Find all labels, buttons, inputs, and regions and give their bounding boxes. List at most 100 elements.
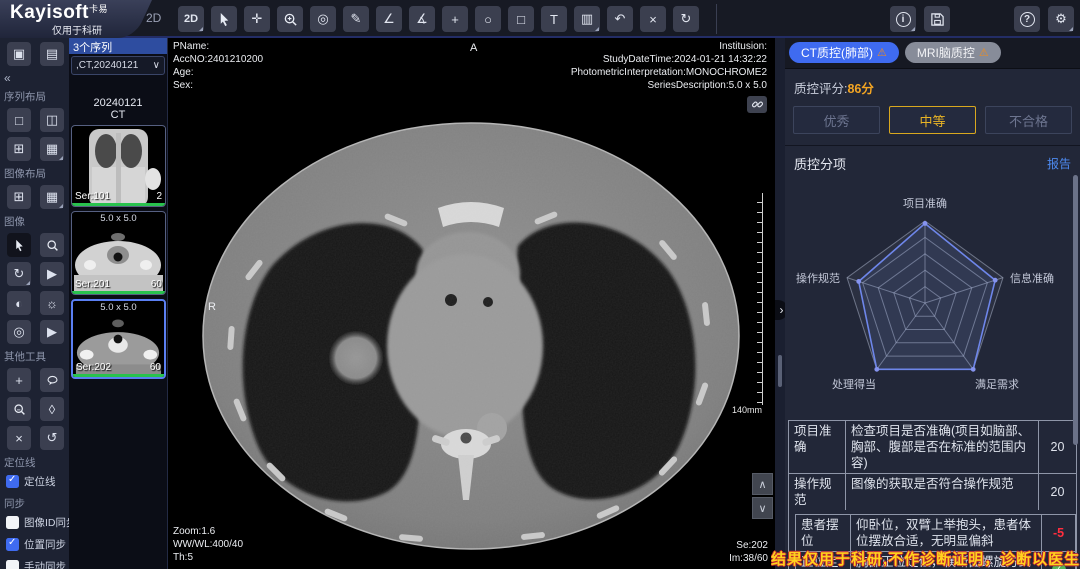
qc-tab-strip: CT质控(肺部) ⚠ MRI脑质控 ⚠ [785,38,1080,69]
brightness-button[interactable]: ☼ [40,291,64,315]
flag-play-button[interactable]: ▶ [40,262,64,286]
sync-position-label: 位置同步 [24,537,66,552]
orientation-anterior: A [470,42,477,54]
annotation-search-button[interactable] [7,397,31,421]
image-viewport[interactable]: PName: AccNO:2401210200 Age: Sex: Instit… [168,38,775,569]
sync-position-row[interactable]: 位置同步 [6,537,69,552]
ellipse-roi-button[interactable]: ○ [475,6,501,32]
study-datetime-line: StudyDateTime:2024-01-21 14:32:22 [571,53,767,66]
cine-layout-button[interactable]: ▥ [574,6,600,32]
pointer-tool-button[interactable] [211,6,237,32]
series-layout-3x3-button[interactable]: ▦ [40,137,64,161]
grade-fail-button[interactable]: 不合格 [985,106,1072,134]
tab-ct-qc[interactable]: CT质控(肺部) ⚠ [789,42,899,63]
length-tool-button[interactable]: ✎ [343,6,369,32]
thumbnail-panel-button[interactable]: ▣ [7,42,31,66]
close-icon: × [649,12,657,27]
report-link[interactable]: 报告 [1047,155,1071,172]
series-thumbnail-201[interactable]: 5.0 x 5.0 Ser:20160 [71,211,166,295]
save-button[interactable] [924,6,950,32]
localizer-checkbox[interactable] [6,475,19,488]
eraser-button[interactable]: ◊ [40,397,64,421]
invert-button[interactable]: ◐ [7,291,31,315]
grade-medium-button[interactable]: 中等 [889,106,976,134]
rotate-image-button[interactable]: ↻ [7,262,31,286]
sync-section-label: 同步 [4,496,69,511]
pointer-sidebar-button[interactable] [7,233,31,257]
series-thumbnail-101[interactable]: Ser:1012 [71,125,166,207]
info-icon: i [896,12,911,27]
comment-button[interactable] [40,368,64,392]
cobb-angle-tool-button[interactable]: ∡ [409,6,435,32]
undo-button[interactable]: ↶ [607,6,633,32]
warning-icon: ⚠ [979,46,989,59]
help-button[interactable]: ? [1014,6,1040,32]
target-sidebar-button[interactable]: ◎ [7,320,31,344]
series-thumbnail-202[interactable]: 5.0 x 5.0 Ser:20260 [71,299,166,379]
sync-image-id-row[interactable]: 图像ID同步 [6,515,69,530]
report-panel-button[interactable]: ▤ [40,42,64,66]
image-layout-3x3-button[interactable]: ▦ [40,185,64,209]
pointer-icon [217,12,232,27]
series-size-label: 5.0 x 5.0 [73,302,164,313]
grade-buttons: 优秀 中等 不合格 [793,106,1072,134]
ct-axial-image [168,38,775,569]
zoom-in-tool-button[interactable] [277,6,303,32]
help-icon: ? [1020,12,1035,27]
2d-mode-button[interactable]: 2D [178,6,204,32]
reset-tools-button[interactable]: ↺ [40,426,64,450]
tab-label: CT质控(肺部) [801,44,873,61]
probe-tool-button[interactable]: + [442,6,468,32]
row-score-penalty: -5 [1041,515,1075,551]
sync-position-checkbox[interactable] [6,538,19,551]
series-line: Se:202 [729,539,768,552]
zoom-info-overlay: Zoom:1.6 WW/WL:400/40 Th:5 [173,525,243,564]
rectangle-icon: □ [517,12,525,27]
toolbar-right-group: i [890,6,950,32]
link-series-button[interactable] [747,96,767,113]
rect-roi-button[interactable]: □ [508,6,534,32]
photometric-line: PhotometricInterpretation:MONOCHROME2 [571,66,767,79]
text-annotation-button[interactable]: T [541,6,567,32]
text-icon: T [550,12,558,27]
play-icon: ▶ [47,324,57,340]
angle-tool-button[interactable]: ∠ [376,6,402,32]
plus-icon: + [15,373,23,388]
divider-scrollbar-thumb[interactable] [778,355,782,387]
reset-view-button[interactable]: ↻ [673,6,699,32]
target-tool-button[interactable]: ◎ [310,6,336,32]
reset-icon: ↺ [47,430,58,446]
localizer-checkbox-row[interactable]: 定位线 [6,474,69,489]
pan-tool-button[interactable]: ✛ [244,6,270,32]
image-layout-2x2-button[interactable]: ⊞ [7,185,31,209]
scroll-up-button[interactable]: ∧ [752,473,773,495]
series-layout-1x2-button[interactable]: ◫ [40,108,64,132]
sync-image-id-label: 图像ID同步 [24,515,69,530]
qc-scrollbar-thumb[interactable] [1073,175,1078,445]
image-layout-label: 图像布局 [4,166,69,181]
series-layout-2x2-button[interactable]: ⊞ [7,137,31,161]
reset-icon: ↻ [681,11,692,27]
collapse-sidebar-button[interactable]: « [4,71,69,85]
series-info-button[interactable]: i [890,6,916,32]
sync-manual-row[interactable]: 手动同步 [6,559,69,569]
clear-button[interactable]: × [7,426,31,450]
sync-manual-checkbox[interactable] [6,560,19,569]
play-button[interactable]: ▶ [40,320,64,344]
slice-info-overlay: Se:202 Im:38/60 [729,539,768,565]
probe-plus-button[interactable]: + [7,368,31,392]
tab-mri-qc[interactable]: MRI脑质控 ⚠ [905,42,1001,63]
image-2x2-icon: ⊞ [14,189,25,205]
sync-image-id-checkbox[interactable] [6,516,19,529]
grade-excellent-button[interactable]: 优秀 [793,106,880,134]
layout-1x2-icon: ◫ [46,112,58,128]
chevron-down-icon: ∨ [153,60,160,71]
study-dropdown[interactable]: ,CT,20240121 ∨ [71,56,165,75]
series-layout-1x1-button[interactable]: □ [7,108,31,132]
angle-icon: ∠ [383,11,395,27]
flag-icon: ▶ [47,266,57,282]
delete-annotation-button[interactable]: × [640,6,666,32]
magnify-button[interactable] [40,233,64,257]
scroll-down-button[interactable]: ∨ [752,497,773,519]
settings-button[interactable]: ⚙ [1048,6,1074,32]
